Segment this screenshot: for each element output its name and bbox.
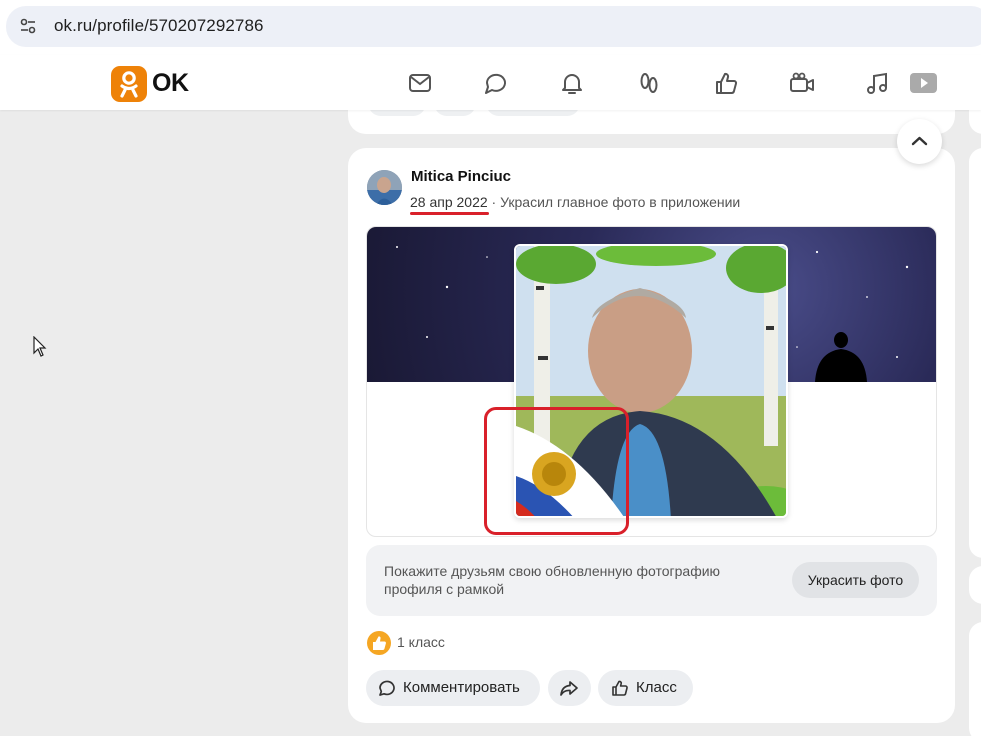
comment-button-label: Комментировать xyxy=(403,679,520,696)
likes-icon[interactable] xyxy=(712,69,740,97)
like-count[interactable]: 1 класс xyxy=(397,634,445,650)
right-panel xyxy=(969,148,981,558)
mouse-cursor-icon xyxy=(33,336,47,357)
scroll-to-top-button[interactable] xyxy=(897,119,942,164)
comment-icon xyxy=(379,680,395,696)
url-text[interactable]: ok.ru/profile/570207292786 xyxy=(54,16,264,36)
chevron-up-icon xyxy=(911,136,928,146)
post-meta: 28 апр 2022 · Украсил главное фото в при… xyxy=(410,194,740,210)
promo-text: Покажите друзьям свою обновленную фотогр… xyxy=(384,563,721,597)
video-icon[interactable] xyxy=(909,69,937,97)
avatar[interactable] xyxy=(367,170,402,205)
right-panel xyxy=(969,566,981,604)
comment-button[interactable]: Комментировать xyxy=(366,670,540,706)
music-icon[interactable] xyxy=(864,69,892,97)
thumbs-up-icon xyxy=(612,680,628,696)
date-highlight-underline xyxy=(410,212,489,215)
logo-text[interactable]: OK xyxy=(152,69,189,98)
ok-logo-icon[interactable] xyxy=(111,66,147,102)
messages-icon[interactable] xyxy=(406,69,434,97)
post-action: Украсил главное фото в приложении xyxy=(500,194,741,210)
like-button[interactable]: Класс xyxy=(598,670,693,706)
like-badge-icon[interactable] xyxy=(367,631,391,655)
promo-banner: Покажите друзьям свою обновленную фотогр… xyxy=(366,545,937,616)
emblem-highlight-box xyxy=(484,407,629,535)
decorate-photo-button[interactable]: Украсить фото xyxy=(792,562,919,598)
like-button-label: Класс xyxy=(636,679,677,696)
guests-icon[interactable] xyxy=(635,69,663,97)
meta-separator: · xyxy=(491,194,497,210)
video-calls-icon[interactable] xyxy=(788,69,816,97)
tune-icon[interactable] xyxy=(19,17,37,35)
notifications-icon[interactable] xyxy=(558,69,586,97)
browser-address-bar: ok.ru/profile/570207292786 xyxy=(0,0,981,55)
post-author[interactable]: Mitica Pinciuc xyxy=(411,168,511,185)
share-icon xyxy=(560,681,578,696)
right-panel xyxy=(969,622,981,736)
discussions-icon[interactable] xyxy=(482,69,510,97)
post-date[interactable]: 28 апр 2022 xyxy=(410,194,488,210)
share-button[interactable] xyxy=(548,670,591,706)
site-header: OK xyxy=(0,55,981,110)
